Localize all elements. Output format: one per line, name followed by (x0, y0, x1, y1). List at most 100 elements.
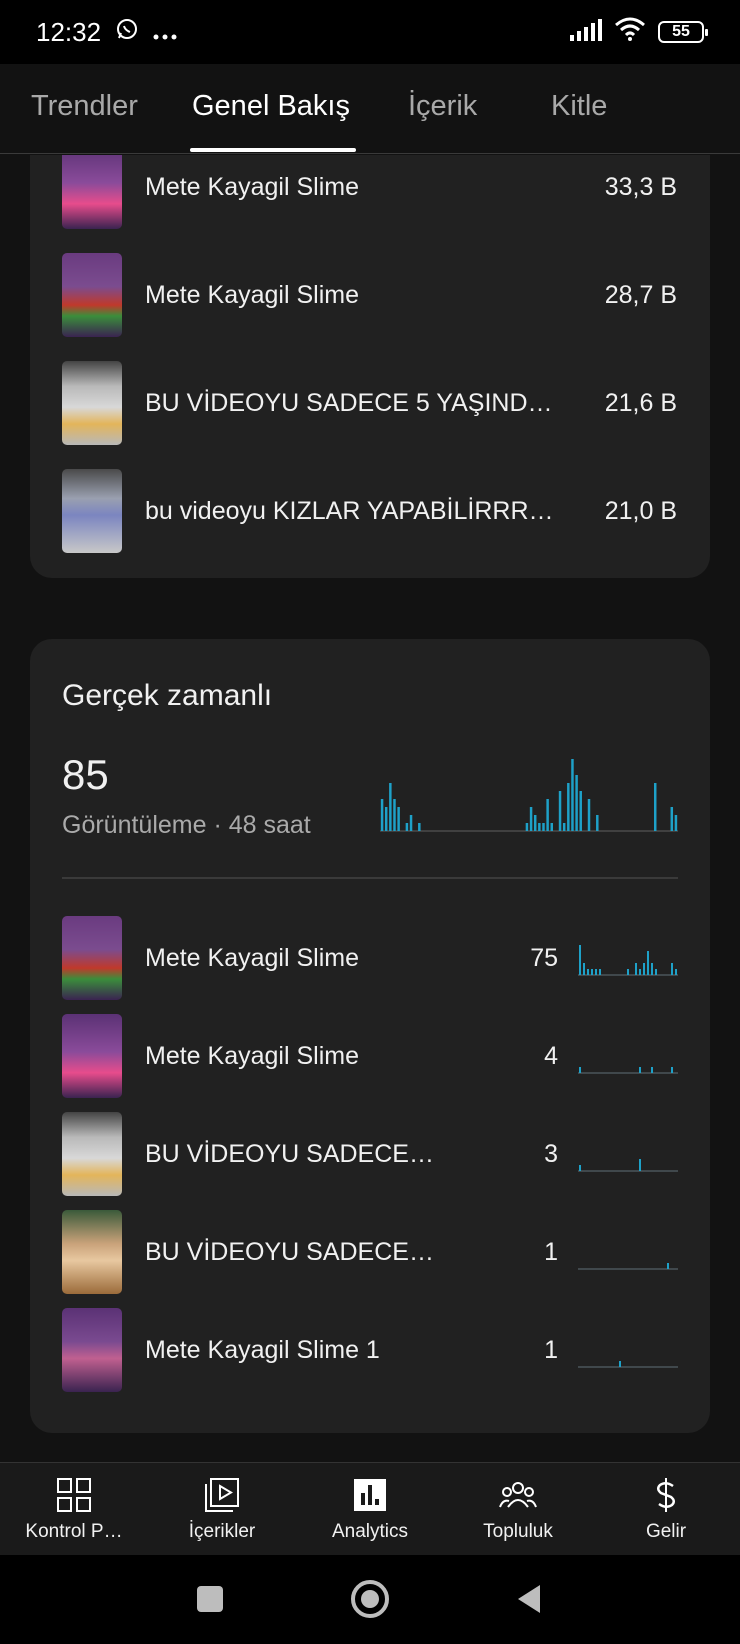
chart-bar (525, 823, 529, 831)
video-title: bu videoyu KIZLAR YAPABİLİRRR… (145, 497, 554, 525)
back-icon[interactable] (508, 1577, 552, 1621)
sparkline-bar (639, 969, 641, 975)
top-videos-card: Mete Kayagil Slime 33,3 B Mete Kayagil S… (30, 155, 710, 578)
video-views: 28,7 B (604, 281, 677, 309)
sparkline (578, 1067, 678, 1074)
sparkline-bar (647, 951, 649, 975)
recent-apps-icon[interactable] (188, 1577, 232, 1621)
analytics-icon (354, 1479, 386, 1511)
nav-label: Gelir (645, 1521, 687, 1542)
sparkline-bar (667, 1263, 669, 1269)
video-count: 1 (544, 1336, 558, 1364)
nav-label: Topluluk (483, 1521, 553, 1542)
video-views: 33,3 B (604, 173, 677, 201)
video-count: 75 (530, 944, 558, 972)
video-title: Mete Kayagil Slime (145, 944, 359, 972)
status-time: 12:32 (36, 16, 102, 47)
tab-audience[interactable]: Kitle (551, 90, 607, 123)
list-item[interactable]: Mete Kayagil Slime 33,3 B (30, 155, 710, 232)
battery-icon: 55 (658, 21, 708, 43)
video-thumbnail (62, 1112, 122, 1196)
sparkline (578, 1159, 678, 1172)
sparkline-bar (639, 1067, 641, 1073)
sparkline-bar (619, 1361, 621, 1367)
nav-label: Analytics (331, 1521, 409, 1542)
sparkline-bar (579, 1067, 581, 1073)
sparkline-bar (671, 963, 673, 975)
list-item[interactable]: BU VİDEOYU SADECE 5 YAŞIND… 21,6 B (30, 358, 710, 448)
video-count: 3 (544, 1140, 558, 1168)
sparkline-bar (591, 969, 593, 975)
chart-bar (409, 815, 413, 831)
video-count: 1 (544, 1238, 558, 1266)
chart-bar (380, 799, 384, 831)
sparkline-bar (675, 969, 677, 975)
nav-dashboard[interactable]: Kontrol P… (0, 1463, 148, 1556)
nav-earn[interactable]: Gelir (592, 1463, 740, 1556)
realtime-subtitle: Görüntüleme · 48 saat (62, 811, 311, 839)
active-tab-indicator (190, 148, 356, 152)
more-dots-icon (153, 17, 177, 48)
list-item[interactable]: Mete Kayagil Slime 1 1 (30, 1305, 710, 1395)
list-item[interactable]: BU VİDEOYU SADECE… 1 (30, 1207, 710, 1297)
chart-bar (393, 799, 396, 831)
chart-bar (384, 807, 388, 831)
nav-label: İçerikler (188, 1521, 256, 1542)
tab-trends[interactable]: Trendler (31, 90, 138, 123)
community-icon (499, 1482, 537, 1508)
wifi-icon (614, 17, 646, 48)
sparkline (578, 1263, 678, 1270)
video-title: Mete Kayagil Slime 1 (145, 1336, 380, 1364)
list-item[interactable]: bu videoyu KIZLAR YAPABİLİRRR… 21,0 B (30, 466, 710, 556)
sparkline-bar (671, 1067, 673, 1073)
nav-label: Kontrol P… (25, 1521, 123, 1542)
sparkline (578, 945, 678, 976)
video-title: Mete Kayagil Slime (145, 173, 359, 201)
video-thumbnail (62, 1210, 122, 1294)
video-views: 21,0 B (604, 497, 677, 525)
video-thumbnail (62, 1308, 122, 1392)
sparkline-bar (643, 963, 645, 975)
signal-icon (570, 17, 602, 48)
home-icon[interactable] (348, 1577, 392, 1621)
list-item[interactable]: Mete Kayagil Slime 75 (30, 913, 710, 1003)
realtime-card: Gerçek zamanlı 85 Görüntüleme · 48 saat … (30, 639, 710, 1433)
video-title: BU VİDEOYU SADECE… (145, 1238, 434, 1266)
chart-bar (418, 823, 421, 831)
chart-bar (538, 823, 541, 831)
list-item[interactable]: Mete Kayagil Slime 28,7 B (30, 250, 710, 340)
nav-content[interactable]: İçerikler (148, 1463, 296, 1556)
sparkline-bar (579, 945, 581, 975)
video-thumbnail (62, 1014, 122, 1098)
nav-analytics[interactable]: Analytics (296, 1463, 444, 1556)
video-thumbnail (62, 253, 122, 337)
tab-content[interactable]: İçerik (408, 90, 477, 123)
video-thumbnail (62, 155, 122, 229)
chart-bar (550, 823, 553, 831)
tab-overview[interactable]: Genel Bakış (192, 90, 350, 123)
chart-bar (575, 775, 578, 831)
app-screen: 12:32 55 Trendler Genel Bakış İçerik Kit… (0, 0, 740, 1644)
chart-bar (389, 783, 392, 831)
nav-community[interactable]: Topluluk (444, 1463, 592, 1556)
chart-bar (653, 783, 657, 831)
sparkline (578, 1361, 678, 1368)
sparkline-bar (627, 969, 629, 975)
chart-bar (579, 791, 582, 831)
chart-bar (562, 823, 566, 831)
content-icon (205, 1478, 239, 1512)
sparkline-bar (651, 963, 653, 975)
realtime-bar-chart (380, 759, 678, 832)
bottom-nav: Kontrol P… İçerikler Analytics Topluluk … (0, 1462, 740, 1555)
sparkline-bar (635, 963, 637, 975)
list-item[interactable]: Mete Kayagil Slime 4 (30, 1011, 710, 1101)
chart-bar (529, 807, 533, 831)
dashboard-icon (57, 1478, 91, 1512)
video-views: 21,6 B (604, 389, 677, 417)
content-area[interactable]: Mete Kayagil Slime 33,3 B Mete Kayagil S… (0, 155, 740, 1462)
list-item[interactable]: BU VİDEOYU SADECE… 3 (30, 1109, 710, 1199)
video-thumbnail (62, 916, 122, 1000)
chart-bar (558, 791, 562, 831)
video-thumbnail (62, 469, 122, 553)
chart-bar (533, 815, 537, 831)
